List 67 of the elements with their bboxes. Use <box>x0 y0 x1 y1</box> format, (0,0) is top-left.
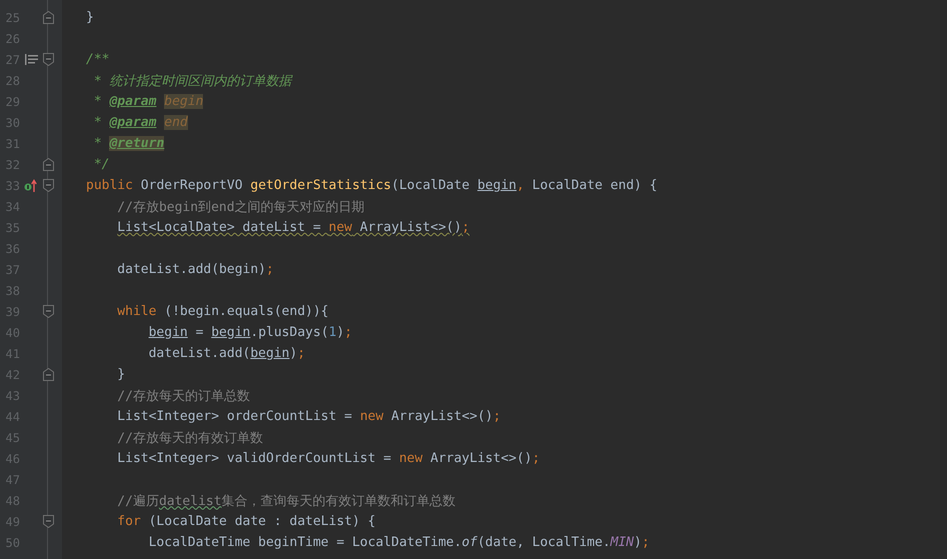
code-text: } <box>117 367 126 382</box>
keyword-text: public <box>86 178 133 193</box>
code-text: List<Integer> validOrderCountList = <box>117 451 392 466</box>
keyword-text: ; <box>344 325 352 340</box>
number-text: 1 <box>328 325 336 340</box>
fold-icon[interactable] <box>42 53 54 66</box>
comment-text: datelist <box>158 494 222 508</box>
doc-param-text: end <box>164 115 188 130</box>
comment-text: //遍历 <box>117 494 159 508</box>
code-text: LocalDateTime beginTime = LocalDateTime. <box>148 535 462 550</box>
doc-comment-text: * <box>92 94 103 109</box>
doc-param-text: begin <box>164 94 204 109</box>
doc-tag-text: @return <box>109 136 164 151</box>
method-call-text: of <box>462 535 478 550</box>
keyword-text: ; <box>532 451 540 466</box>
code-text: = <box>194 325 204 340</box>
code-text: LocalDate end) { <box>531 178 658 193</box>
code-text: ) <box>336 325 344 340</box>
comment-text: //存放每天的有效订单数 <box>117 430 263 446</box>
code-text: ArrayList<>() <box>429 451 532 466</box>
doc-comment-text: * <box>92 115 103 130</box>
code-text: begin <box>477 178 516 193</box>
code-text: } <box>86 10 94 25</box>
code-text: (LocalDate <box>391 178 471 193</box>
doc-comment-text: /** <box>86 52 110 67</box>
code-text: List<LocalDate> dateList = <box>117 220 322 235</box>
keyword-text: , <box>516 178 524 193</box>
code-text: ArrayList<>() <box>358 220 462 235</box>
implements-icon[interactable] <box>24 178 38 192</box>
comment-text: //存放begin到end之间的每天对应的日期 <box>117 200 365 214</box>
code-text: (!begin.equals(end)){ <box>163 304 329 319</box>
keyword-text: for <box>117 514 141 529</box>
comment-text: //存放每天的订单总数 <box>117 388 250 404</box>
code-text: ) <box>634 535 642 550</box>
code-text: dateList.add(begin) <box>117 262 266 277</box>
fold-icon[interactable] <box>42 305 54 318</box>
method-name-text: getOrderStatistics <box>250 178 392 193</box>
keyword-text: new <box>399 451 423 466</box>
code-text: ArrayList<>() <box>390 409 493 424</box>
fold-icon[interactable] <box>42 179 54 192</box>
code-text: OrderReportVO <box>140 178 244 193</box>
code-text: (date, LocalTime. <box>477 535 610 550</box>
doc-comment-text: * 统计指定时间区间内的订单数据 <box>92 74 292 88</box>
code-text: begin <box>148 325 188 340</box>
code-text: (LocalDate date : dateList) { <box>148 514 376 529</box>
keyword-text: new <box>360 409 384 424</box>
doc-tag-text: @param <box>109 115 156 130</box>
constant-text: MIN <box>610 535 634 550</box>
code-text: begin <box>211 325 250 340</box>
code-text: .plusDays( <box>250 325 329 340</box>
doc-comment-text: * <box>92 136 103 151</box>
keyword-text: ; <box>642 535 650 550</box>
keyword-text: ; <box>266 262 274 277</box>
code-text: ) <box>290 346 298 361</box>
doc-tag-text: @param <box>109 94 156 109</box>
keyword-text: ; <box>462 220 470 235</box>
fold-icon[interactable] <box>42 515 54 528</box>
code-text: dateList.add( <box>148 346 250 361</box>
code-text: begin <box>250 346 290 361</box>
keyword-text: while <box>117 304 156 319</box>
comment-text: 集合，查询每天的有效订单数和订单总数 <box>222 494 456 508</box>
doc-comment-text: */ <box>92 157 110 172</box>
keyword-text: new <box>328 220 352 235</box>
keyword-text: ; <box>297 346 306 361</box>
doc-render-icon[interactable] <box>24 54 38 65</box>
code-text: List<Integer> orderCountList = <box>117 409 354 424</box>
keyword-text: ; <box>493 409 501 424</box>
